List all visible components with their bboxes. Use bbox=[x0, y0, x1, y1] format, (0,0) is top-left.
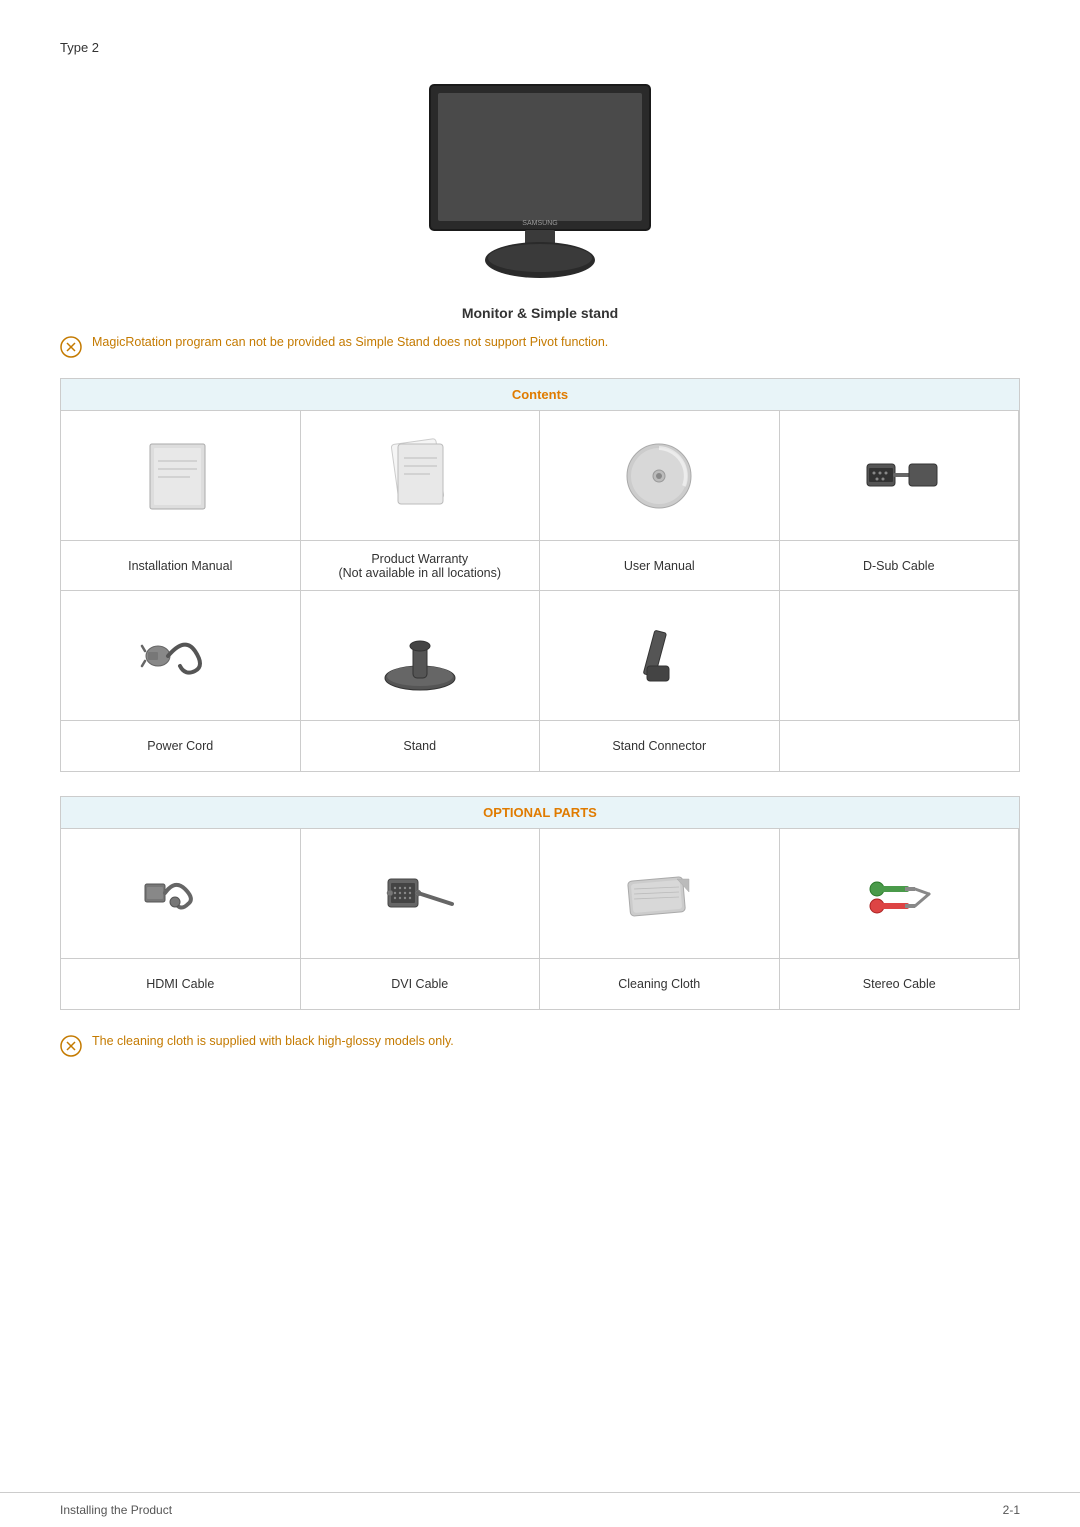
item-dvi-cable-img bbox=[301, 829, 541, 959]
optional-table: OPTIONAL PARTS bbox=[60, 796, 1020, 1010]
label-empty bbox=[780, 721, 1020, 771]
item-dsub-cable-img bbox=[780, 411, 1020, 541]
label-installation-manual: Installation Manual bbox=[61, 541, 301, 591]
contents-table: Contents bbox=[60, 378, 1020, 772]
label-stand: Stand bbox=[301, 721, 541, 771]
contents-grid: Installation Manual Product Warranty(Not… bbox=[61, 411, 1019, 771]
notice-icon-cleaning bbox=[60, 1035, 82, 1057]
item-power-cord-img bbox=[61, 591, 301, 721]
contents-header: Contents bbox=[61, 379, 1019, 411]
item-product-warranty-img bbox=[301, 411, 541, 541]
label-dsub-cable: D-Sub Cable bbox=[780, 541, 1020, 591]
item-installation-manual-img bbox=[61, 411, 301, 541]
label-stand-connector: Stand Connector bbox=[540, 721, 780, 771]
svg-text:SAMSUNG: SAMSUNG bbox=[522, 220, 557, 227]
notice-icon-main bbox=[60, 336, 82, 358]
label-hdmi-cable: HDMI Cable bbox=[61, 959, 301, 1009]
optional-grid: HDMI Cable DVI Cable Cleaning Cloth Ster… bbox=[61, 829, 1019, 1009]
label-cleaning-cloth: Cleaning Cloth bbox=[540, 959, 780, 1009]
footer: Installing the Product 2-1 bbox=[0, 1492, 1080, 1527]
item-stand-img bbox=[301, 591, 541, 721]
optional-header: OPTIONAL PARTS bbox=[61, 797, 1019, 829]
monitor-title: Monitor & Simple stand bbox=[60, 305, 1020, 321]
label-dvi-cable: DVI Cable bbox=[301, 959, 541, 1009]
item-hdmi-cable-img bbox=[61, 829, 301, 959]
item-stereo-cable-img bbox=[780, 829, 1020, 959]
item-user-manual-img bbox=[540, 411, 780, 541]
label-user-manual: User Manual bbox=[540, 541, 780, 591]
label-product-warranty: Product Warranty(Not available in all lo… bbox=[301, 541, 541, 591]
label-stereo-cable: Stereo Cable bbox=[780, 959, 1020, 1009]
notice-text-main: MagicRotation program can not be provide… bbox=[92, 335, 608, 349]
notice-row-main: MagicRotation program can not be provide… bbox=[60, 335, 1020, 358]
notice-text-cleaning: The cleaning cloth is supplied with blac… bbox=[92, 1034, 454, 1048]
item-cleaning-cloth-img bbox=[540, 829, 780, 959]
item-empty-img bbox=[780, 591, 1020, 721]
monitor-image-container: SAMSUNG bbox=[60, 75, 1020, 285]
footer-left: Installing the Product bbox=[60, 1503, 172, 1517]
item-stand-connector-img bbox=[540, 591, 780, 721]
type-label: Type 2 bbox=[60, 40, 1020, 55]
monitor-image: SAMSUNG bbox=[400, 75, 680, 285]
label-power-cord: Power Cord bbox=[61, 721, 301, 771]
footer-right: 2-1 bbox=[1003, 1503, 1020, 1517]
notice-row-cleaning: The cleaning cloth is supplied with blac… bbox=[60, 1034, 1020, 1057]
